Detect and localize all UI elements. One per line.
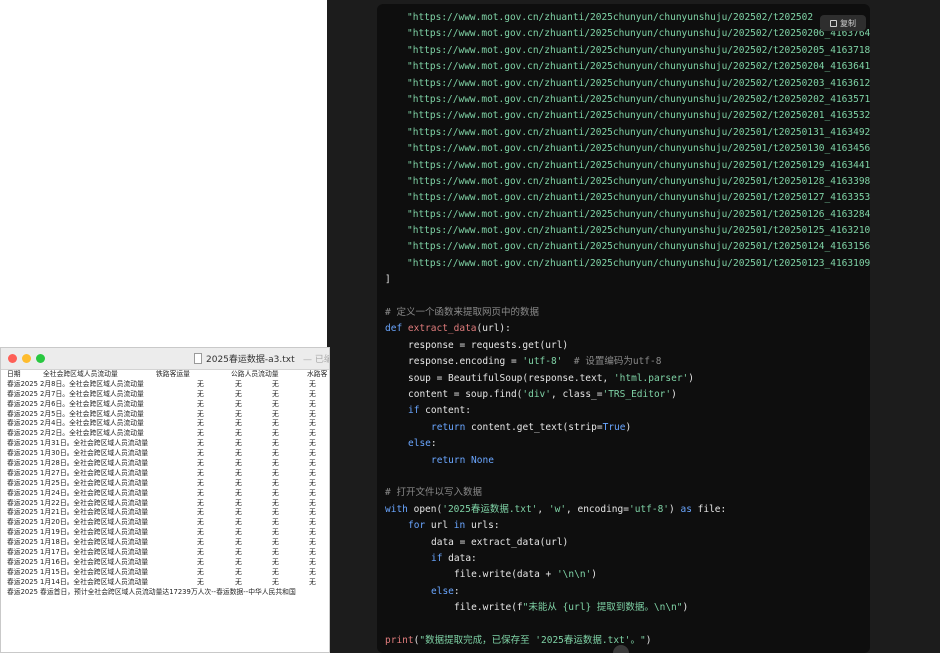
copy-label: 复制 [840,18,856,28]
code-line: "https://www.mot.gov.cn/zhuanti/2025chun… [407,61,870,73]
code-line: print("数据提取完成，已保存至 '2025春运数据.txt'。") [385,634,652,646]
code-line: "https://www.mot.gov.cn/zhuanti/2025chun… [407,28,870,40]
code-line: "https://www.mot.gov.cn/zhuanti/2025chun… [407,225,870,237]
code-line: "https://www.mot.gov.cn/zhuanti/2025chun… [407,143,870,155]
code-line: "https://www.mot.gov.cn/zhuanti/2025chun… [407,44,870,56]
text-row: 春运2025 1月28日。全社会跨区域人员流动量无无无无 [7,459,316,468]
code-line: soup = BeautifulSoup(response.text, 'htm… [408,372,694,384]
text-row: 春运2025 1月20日。全社会跨区域人员流动量无无无无 [7,518,316,527]
code-line: # 打开文件以写入数据 [385,487,482,499]
code-line: "https://www.mot.gov.cn/zhuanti/2025chun… [407,241,870,253]
maximize-window-button[interactable] [36,354,45,363]
code-line: return None [431,454,494,466]
text-row: 春运2025 1月15日。全社会跨区域人员流动量无无无无 [7,567,316,576]
text-row: 春运2025 2月6日。全社会跨区域人员流动量无无无无 [7,399,316,408]
text-row: 春运2025 2月2日。全社会跨区域人员流动量无无无无 [7,429,316,438]
header-total-flow: 全社会跨区域人员流动量 [43,370,118,378]
close-window-button[interactable] [8,354,17,363]
minimize-window-button[interactable] [22,354,31,363]
text-row: 春运2025 1月31日。全社会跨区域人员流动量无无无无 [7,439,316,448]
code-line: with open('2025春运数据.txt', 'w', encoding=… [385,503,727,515]
code-line: response = requests.get(url) [408,339,569,351]
text-row: 春运2025 1月30日。全社会跨区域人员流动量无无无无 [7,449,316,458]
text-row: 春运2025 1月16日。全社会跨区域人员流动量无无无无 [7,557,316,566]
text-row: 春运2025 1月21日。全社会跨区域人员流动量无无无无 [7,508,316,517]
code-block: "https://www.mot.gov.cn/zhuanti/2025chun… [377,4,870,653]
copy-button[interactable]: 复制 [820,15,866,31]
code-line: "https://www.mot.gov.cn/zhuanti/2025chun… [407,126,870,138]
text-row: 春运2025 1月14日。全社会跨区域人员流动量无无无无 [7,577,316,586]
header-water: 水路客 [307,370,328,378]
code-line: if content: [408,405,471,417]
header-rail: 铁路客运量 [156,370,190,378]
text-file-window: 2025春运数据-a3.txt — 已编 日期 全社会跨区域人员流动量 铁路客运… [0,347,330,653]
header-date: 日期 [7,370,21,378]
code-line: else: [408,438,437,450]
code-line: "https://www.mot.gov.cn/zhuanti/2025chun… [407,93,870,105]
window-status: — 已编 [303,355,330,365]
code-line: else: [431,585,460,597]
text-row: 春运2025 1月24日。全社会跨区域人员流动量无无无无 [7,488,316,497]
code-line: for url in urls: [408,520,500,532]
code-line: "https://www.mot.gov.cn/zhuanti/2025chun… [407,12,814,23]
code-line: "https://www.mot.gov.cn/zhuanti/2025chun… [407,175,870,187]
text-row: 春运2025 1月25日。全社会跨区域人员流动量无无无无 [7,478,316,487]
code-panel: "https://www.mot.gov.cn/zhuanti/2025chun… [327,0,940,653]
text-row: 春运2025 1月22日。全社会跨区域人员流动量无无无无 [7,498,316,507]
code-line: # 定义一个函数来提取网页中的数据 [385,307,539,319]
code-line: response.encoding = 'utf-8' # 设置编码为utf-8 [408,356,662,368]
code-line: return content.get_text(strip=True) [431,421,632,433]
copy-icon [830,19,837,27]
code-line: content = soup.find('div', class_='TRS_E… [408,388,677,400]
window-titlebar: 2025春运数据-a3.txt — 已编 [1,348,329,370]
code-line: file.write(data + '\n\n') [454,569,598,581]
code-line: "https://www.mot.gov.cn/zhuanti/2025chun… [407,208,870,220]
data-rows: 春运2025 2月8日。全社会跨区域人员流动量无无无无春运2025 2月7日。全… [7,380,329,588]
text-row: 春运2025 2月7日。全社会跨区域人员流动量无无无无 [7,389,316,398]
text-row: 春运2025 1月17日。全社会跨区域人员流动量无无无无 [7,548,316,557]
code-line: "https://www.mot.gov.cn/zhuanti/2025chun… [407,192,870,204]
text-row: 春运2025 2月8日。全社会跨区域人员流动量无无无无 [7,379,316,388]
header-road: 公路人员流动量 [231,370,279,378]
code-line: file.write(f"未能从 {url} 提取到数据。\n\n") [454,602,689,614]
header-row: 日期 全社会跨区域人员流动量 铁路客运量 公路人员流动量 水路客 [7,370,329,380]
text-row: 春运2025 2月4日。全社会跨区域人员流动量无无无无 [7,419,316,428]
code-lines: "https://www.mot.gov.cn/zhuanti/2025chun… [385,10,870,649]
code-line: "https://www.mot.gov.cn/zhuanti/2025chun… [407,77,870,89]
code-line: "https://www.mot.gov.cn/zhuanti/2025chun… [407,159,870,171]
code-line: "https://www.mot.gov.cn/zhuanti/2025chun… [407,110,870,122]
code-line: def extract_data(url): [385,323,511,335]
footer-line: 春运2025 春运首日，预计全社会跨区域人员流动量达17239万人次--春运数据… [7,587,296,596]
text-row: 春运2025 2月5日。全社会跨区域人员流动量无无无无 [7,409,316,418]
window-title: 2025春运数据-a3.txt [206,355,295,365]
code-line: data = extract_data(url) [431,536,569,548]
code-line: ] [385,274,391,286]
text-row: 春运2025 1月19日。全社会跨区域人员流动量无无无无 [7,528,316,537]
text-content[interactable]: 日期 全社会跨区域人员流动量 铁路客运量 公路人员流动量 水路客 春运2025 … [7,370,329,597]
code-line: if data: [431,552,477,564]
code-line: "https://www.mot.gov.cn/zhuanti/2025chun… [407,257,870,269]
text-row: 春运2025 1月18日。全社会跨区域人员流动量无无无无 [7,538,316,547]
text-row: 春运2025 1月27日。全社会跨区域人员流动量无无无无 [7,468,316,477]
document-icon [194,353,202,364]
